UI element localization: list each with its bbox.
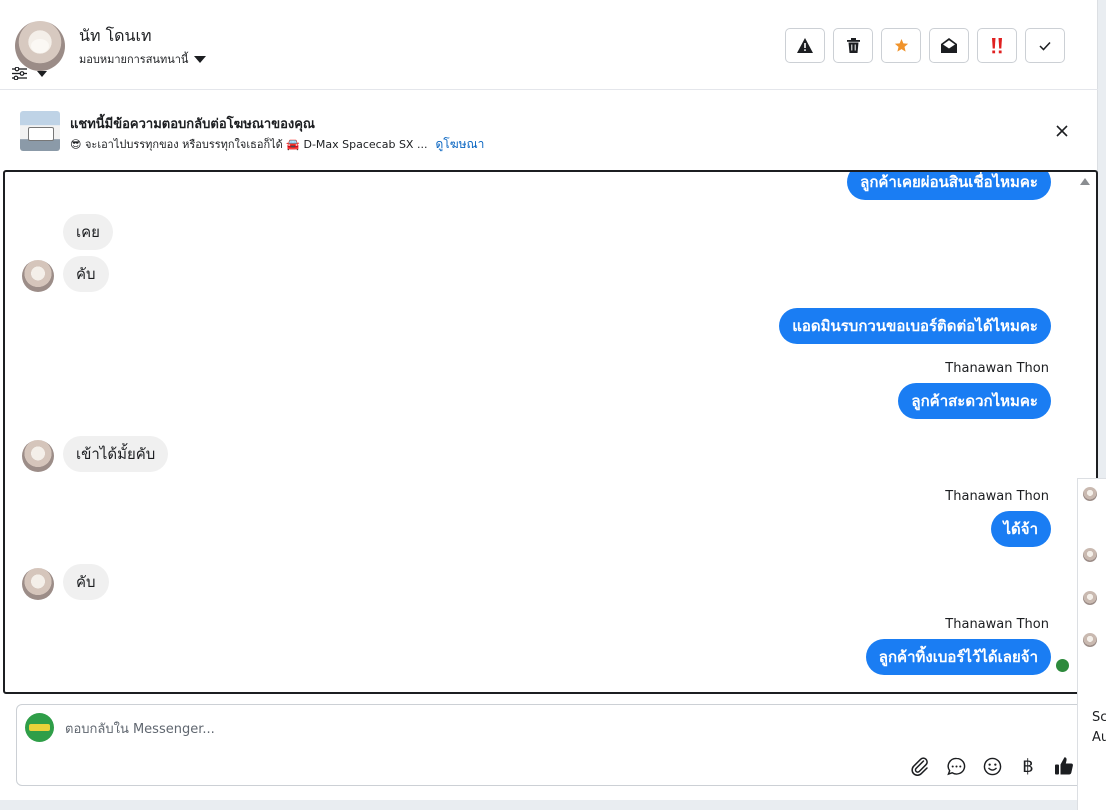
sliders-icon <box>12 67 27 80</box>
delete-button[interactable] <box>833 28 873 63</box>
smiley-icon <box>983 757 1001 775</box>
assign-conversation-dropdown[interactable]: มอบหมายการสนทนานี้ <box>79 50 207 68</box>
conversation-panel: นัท โดนเท มอบหมายการสนทนานี้ แชทนี้มีข้อ… <box>0 0 1098 800</box>
message-bubble-incoming[interactable]: คับ <box>63 564 109 600</box>
message-bubble-outgoing[interactable]: ลูกค้าทิ้งเบอร์ไว้ได้เลยจ้า <box>865 639 1051 675</box>
contact-avatar[interactable] <box>15 21 65 71</box>
message-bubble-incoming[interactable]: เคย <box>63 214 113 250</box>
chevron-down-icon <box>194 55 207 63</box>
preview-text: Sc <box>1092 710 1106 725</box>
saved-replies-button[interactable] <box>943 753 969 779</box>
contact-name[interactable]: นัท โดนเท <box>79 24 152 49</box>
contact-avatar-small <box>22 568 54 600</box>
view-ad-link[interactable]: ดูโฆษณา <box>435 137 484 151</box>
trash-icon <box>846 38 860 53</box>
report-spam-button[interactable] <box>785 28 825 63</box>
thumbs-up-icon <box>1055 757 1073 775</box>
contact-avatar-small <box>1083 548 1097 562</box>
message-list[interactable]: ลูกค้าเคยผ่อนสินเชื่อไหมคะ เคย คับ แอดมิ… <box>3 170 1098 694</box>
secondary-window-preview[interactable]: Sc Au <box>1077 478 1106 810</box>
open-envelope-icon <box>941 38 957 53</box>
ad-banner-text: 😎 จะเอาไปบรรทุกของ หรือบรรทุกใจเธอก็ได้ … <box>70 138 428 151</box>
scroll-up-arrow-icon[interactable] <box>1080 178 1090 185</box>
contact-avatar-small <box>1083 487 1097 501</box>
thumbs-up-button[interactable] <box>1051 753 1077 779</box>
sender-name: Thanawan Thon <box>945 489 1049 504</box>
preview-text: Au <box>1092 730 1106 745</box>
conversation-header: นัท โดนเท มอบหมายการสนทนานี้ <box>0 0 1098 90</box>
star-icon <box>894 38 908 52</box>
star-button[interactable] <box>881 28 921 63</box>
contact-avatar-small <box>22 260 54 292</box>
close-banner-button[interactable] <box>1052 121 1072 141</box>
reply-composer: ฿ <box>16 704 1098 786</box>
contact-avatar-small <box>1083 591 1097 605</box>
message-bubble-outgoing[interactable]: ได้จ้า <box>990 511 1051 547</box>
sender-name: Thanawan Thon <box>945 361 1049 376</box>
sender-name: Thanawan Thon <box>945 617 1049 632</box>
contact-avatar-small <box>1083 633 1097 647</box>
message-bubble-outgoing[interactable]: ลูกค้าสะดวกไหมคะ <box>898 383 1051 419</box>
paperclip-icon <box>911 757 928 776</box>
ad-reply-banner: แชทนี้มีข้อความตอบกลับต่อโฆษณาของคุณ 😎 จ… <box>0 91 1098 169</box>
ad-banner-subtitle: 😎 จะเอาไปบรรทุกของ หรือบรรทุกใจเธอก็ได้ … <box>70 135 484 154</box>
chat-bubble-icon <box>946 757 965 775</box>
warning-icon <box>797 38 813 53</box>
exclamation-icon <box>992 37 1002 53</box>
check-icon <box>1039 41 1051 51</box>
ad-thumbnail[interactable] <box>20 111 60 151</box>
assign-conversation-label: มอบหมายการสนทนานี้ <box>79 53 189 66</box>
attach-file-button[interactable] <box>907 753 933 779</box>
filter-dropdown[interactable] <box>12 67 47 80</box>
mark-done-button[interactable] <box>1025 28 1065 63</box>
conversation-toolbar <box>785 28 1065 63</box>
composer-toolbar: ฿ <box>907 753 1077 779</box>
close-icon <box>1056 125 1068 137</box>
seen-indicator-avatar <box>1055 658 1070 673</box>
chevron-down-icon <box>37 70 47 77</box>
mark-unread-button[interactable] <box>929 28 969 63</box>
reply-input[interactable] <box>65 717 965 741</box>
message-bubble-incoming[interactable]: คับ <box>63 256 109 292</box>
message-bubble-incoming[interactable]: เข้าได้มั้ยคับ <box>63 436 169 472</box>
message-bubble-outgoing[interactable]: แอดมินรบกวนขอเบอร์ติดต่อได้ไหมคะ <box>779 308 1051 344</box>
contact-avatar-small <box>22 440 54 472</box>
ad-banner-title: แชทนี้มีข้อความตอบกลับต่อโฆษณาของคุณ <box>70 117 315 132</box>
follow-up-button[interactable] <box>977 28 1017 63</box>
emoji-button[interactable] <box>979 753 1005 779</box>
page-avatar <box>25 713 54 742</box>
message-bubble-outgoing[interactable]: ลูกค้าเคยผ่อนสินเชื่อไหมคะ <box>847 172 1051 200</box>
payment-button[interactable]: ฿ <box>1015 753 1041 779</box>
baht-icon: ฿ <box>1022 755 1034 777</box>
